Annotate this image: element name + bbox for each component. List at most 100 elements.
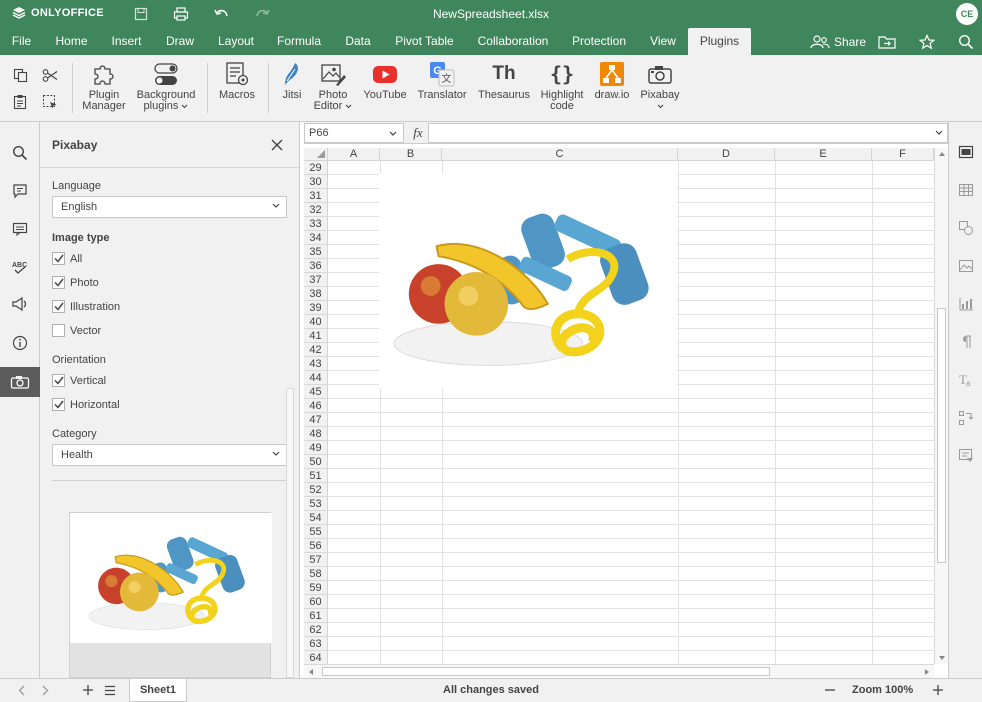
sheet-list-icon[interactable] [104, 685, 116, 696]
thesaurus-button[interactable]: Th Thesaurus [474, 61, 534, 101]
plugin-manager-button[interactable]: Plugin Manager [78, 61, 130, 112]
pixabay-button[interactable]: Pixabay [637, 61, 683, 112]
photo-editor-button[interactable]: Photo Editor [310, 61, 356, 112]
scroll-left-icon[interactable] [308, 668, 314, 676]
zoom-level[interactable]: Zoom 100% [852, 684, 913, 696]
checkbox-box[interactable] [52, 276, 65, 289]
horizontal-scrollbar[interactable] [304, 664, 934, 678]
zoom-out-icon[interactable] [825, 689, 835, 691]
row-header[interactable]: 36 [304, 259, 328, 273]
row-header[interactable]: 52 [304, 483, 328, 497]
prev-sheet-icon[interactable] [18, 685, 26, 696]
row-header[interactable]: 35 [304, 245, 328, 259]
tab-protection[interactable]: Protection [563, 28, 635, 55]
rail-comments-button[interactable] [0, 176, 40, 206]
search-button[interactable] [956, 32, 976, 52]
orientation-vertical-checkbox[interactable]: Vertical [52, 374, 106, 387]
tab-file[interactable]: File [0, 28, 43, 55]
slicer-settings-button[interactable] [949, 442, 982, 470]
chart-settings-button[interactable] [949, 290, 982, 318]
row-header[interactable]: 29 [304, 161, 328, 175]
scroll-right-icon[interactable] [924, 668, 930, 676]
column-header[interactable]: E [775, 148, 872, 161]
row-header[interactable]: 59 [304, 581, 328, 595]
row-header[interactable]: 61 [304, 609, 328, 623]
tab-insert[interactable]: Insert [102, 28, 151, 55]
scroll-up-icon[interactable] [938, 151, 946, 157]
jitsi-button[interactable]: Jitsi [275, 61, 309, 101]
pivot-settings-button[interactable] [949, 404, 982, 432]
drawio-button[interactable]: draw.io [590, 61, 634, 101]
column-header[interactable]: C [442, 148, 678, 161]
vertical-scrollbar[interactable] [934, 148, 948, 664]
row-header[interactable]: 40 [304, 315, 328, 329]
share-button[interactable]: Share [810, 28, 866, 55]
tab-collaboration[interactable]: Collaboration [468, 28, 558, 55]
open-location-button[interactable] [877, 32, 897, 52]
shape-settings-button[interactable] [949, 214, 982, 242]
checkbox-box[interactable] [52, 374, 65, 387]
tab-home[interactable]: Home [45, 28, 98, 55]
zoom-in-icon[interactable] [932, 684, 944, 696]
chevron-down-icon[interactable] [935, 130, 943, 136]
text-art-settings-button[interactable]: Ta [949, 366, 982, 394]
paste-button[interactable] [10, 92, 30, 112]
add-sheet-icon[interactable] [82, 684, 94, 696]
tab-draw[interactable]: Draw [156, 28, 204, 55]
row-header[interactable]: 46 [304, 399, 328, 413]
image-type-all-checkbox[interactable]: All [52, 252, 82, 265]
formula-input[interactable] [428, 123, 948, 143]
inserted-image[interactable] [379, 174, 677, 388]
copy-button[interactable] [10, 65, 30, 85]
cell-name-box[interactable]: P66 [304, 123, 404, 143]
insert-function-button[interactable]: fx [408, 123, 428, 143]
row-header[interactable]: 38 [304, 287, 328, 301]
print-button[interactable] [171, 4, 191, 24]
select-all-corner[interactable] [304, 148, 328, 161]
youtube-button[interactable]: YouTube [360, 61, 410, 101]
vertical-scroll-thumb[interactable] [937, 308, 946, 563]
row-header[interactable]: 44 [304, 371, 328, 385]
tab-plugins[interactable]: Plugins [688, 28, 751, 55]
row-header[interactable]: 41 [304, 329, 328, 343]
rail-about-button[interactable] [0, 328, 40, 358]
rail-chat-button[interactable] [0, 214, 40, 244]
user-avatar[interactable]: CE [956, 3, 978, 25]
cell-settings-button[interactable] [949, 138, 982, 166]
select-all-button[interactable] [40, 92, 60, 112]
panel-close-button[interactable] [268, 136, 286, 154]
sheet-tab[interactable]: Sheet1 [129, 679, 187, 702]
translator-button[interactable]: G文 Translator [414, 61, 470, 101]
row-header[interactable]: 63 [304, 637, 328, 651]
cut-button[interactable] [40, 65, 60, 85]
row-header[interactable]: 55 [304, 525, 328, 539]
image-type-illustration-checkbox[interactable]: Illustration [52, 300, 120, 313]
undo-button[interactable] [212, 4, 232, 24]
image-settings-button[interactable] [949, 252, 982, 280]
column-header[interactable]: D [678, 148, 775, 161]
tab-layout[interactable]: Layout [208, 28, 264, 55]
row-header[interactable]: 31 [304, 189, 328, 203]
row-header[interactable]: 49 [304, 441, 328, 455]
scroll-down-icon[interactable] [938, 655, 946, 661]
row-header[interactable]: 53 [304, 497, 328, 511]
row-header[interactable]: 30 [304, 175, 328, 189]
highlight-code-button[interactable]: {} Highlight code [537, 61, 587, 112]
row-header[interactable]: 60 [304, 595, 328, 609]
checkbox-box[interactable] [52, 398, 65, 411]
tab-pivot-table[interactable]: Pivot Table [386, 28, 463, 55]
rail-spellcheck-button[interactable]: ABC [0, 252, 40, 282]
row-header[interactable]: 57 [304, 553, 328, 567]
panel-scrollbar[interactable] [286, 388, 294, 678]
rail-search-button[interactable] [0, 138, 40, 168]
next-sheet-icon[interactable] [41, 685, 49, 696]
row-header[interactable]: 34 [304, 231, 328, 245]
column-header[interactable]: F [872, 148, 934, 161]
column-header[interactable]: B [380, 148, 442, 161]
category-select[interactable]: Health [52, 444, 287, 466]
spreadsheet-grid[interactable]: A B C D E F 29 30 31 32 33 34 35 36 37 38 39 40 41 42… [304, 148, 948, 678]
redo-button[interactable] [252, 4, 272, 24]
horizontal-scroll-thumb[interactable] [322, 667, 770, 676]
checkbox-box[interactable] [52, 324, 65, 337]
row-header[interactable]: 54 [304, 511, 328, 525]
